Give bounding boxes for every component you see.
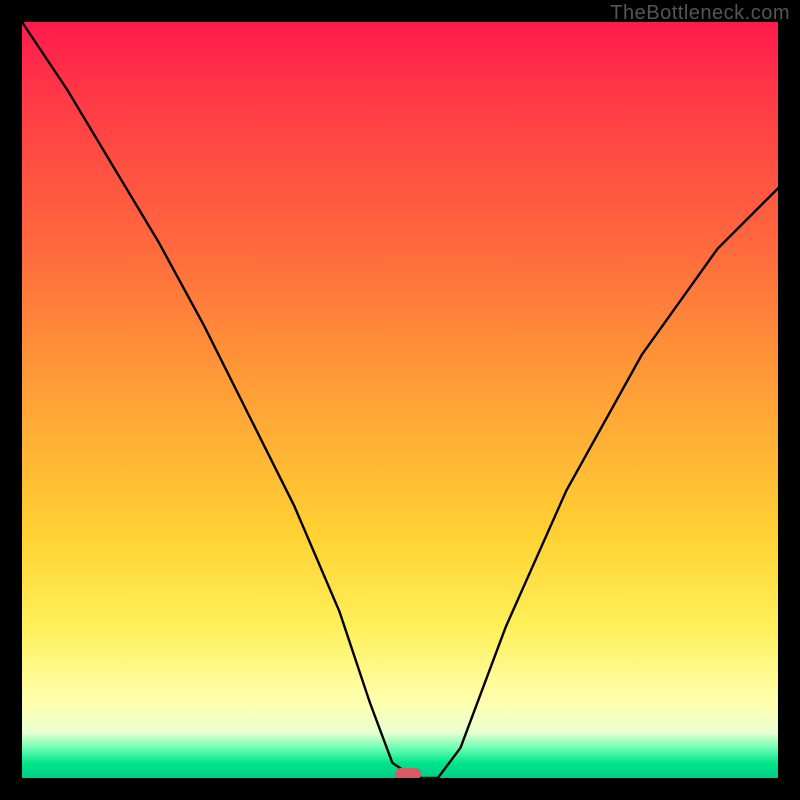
bottleneck-curve-path [22, 22, 778, 778]
chart-frame: TheBottleneck.com [0, 0, 800, 800]
curve-layer [22, 22, 778, 778]
optimal-marker [395, 768, 421, 778]
plot-area [22, 22, 778, 778]
watermark-text: TheBottleneck.com [610, 2, 790, 25]
